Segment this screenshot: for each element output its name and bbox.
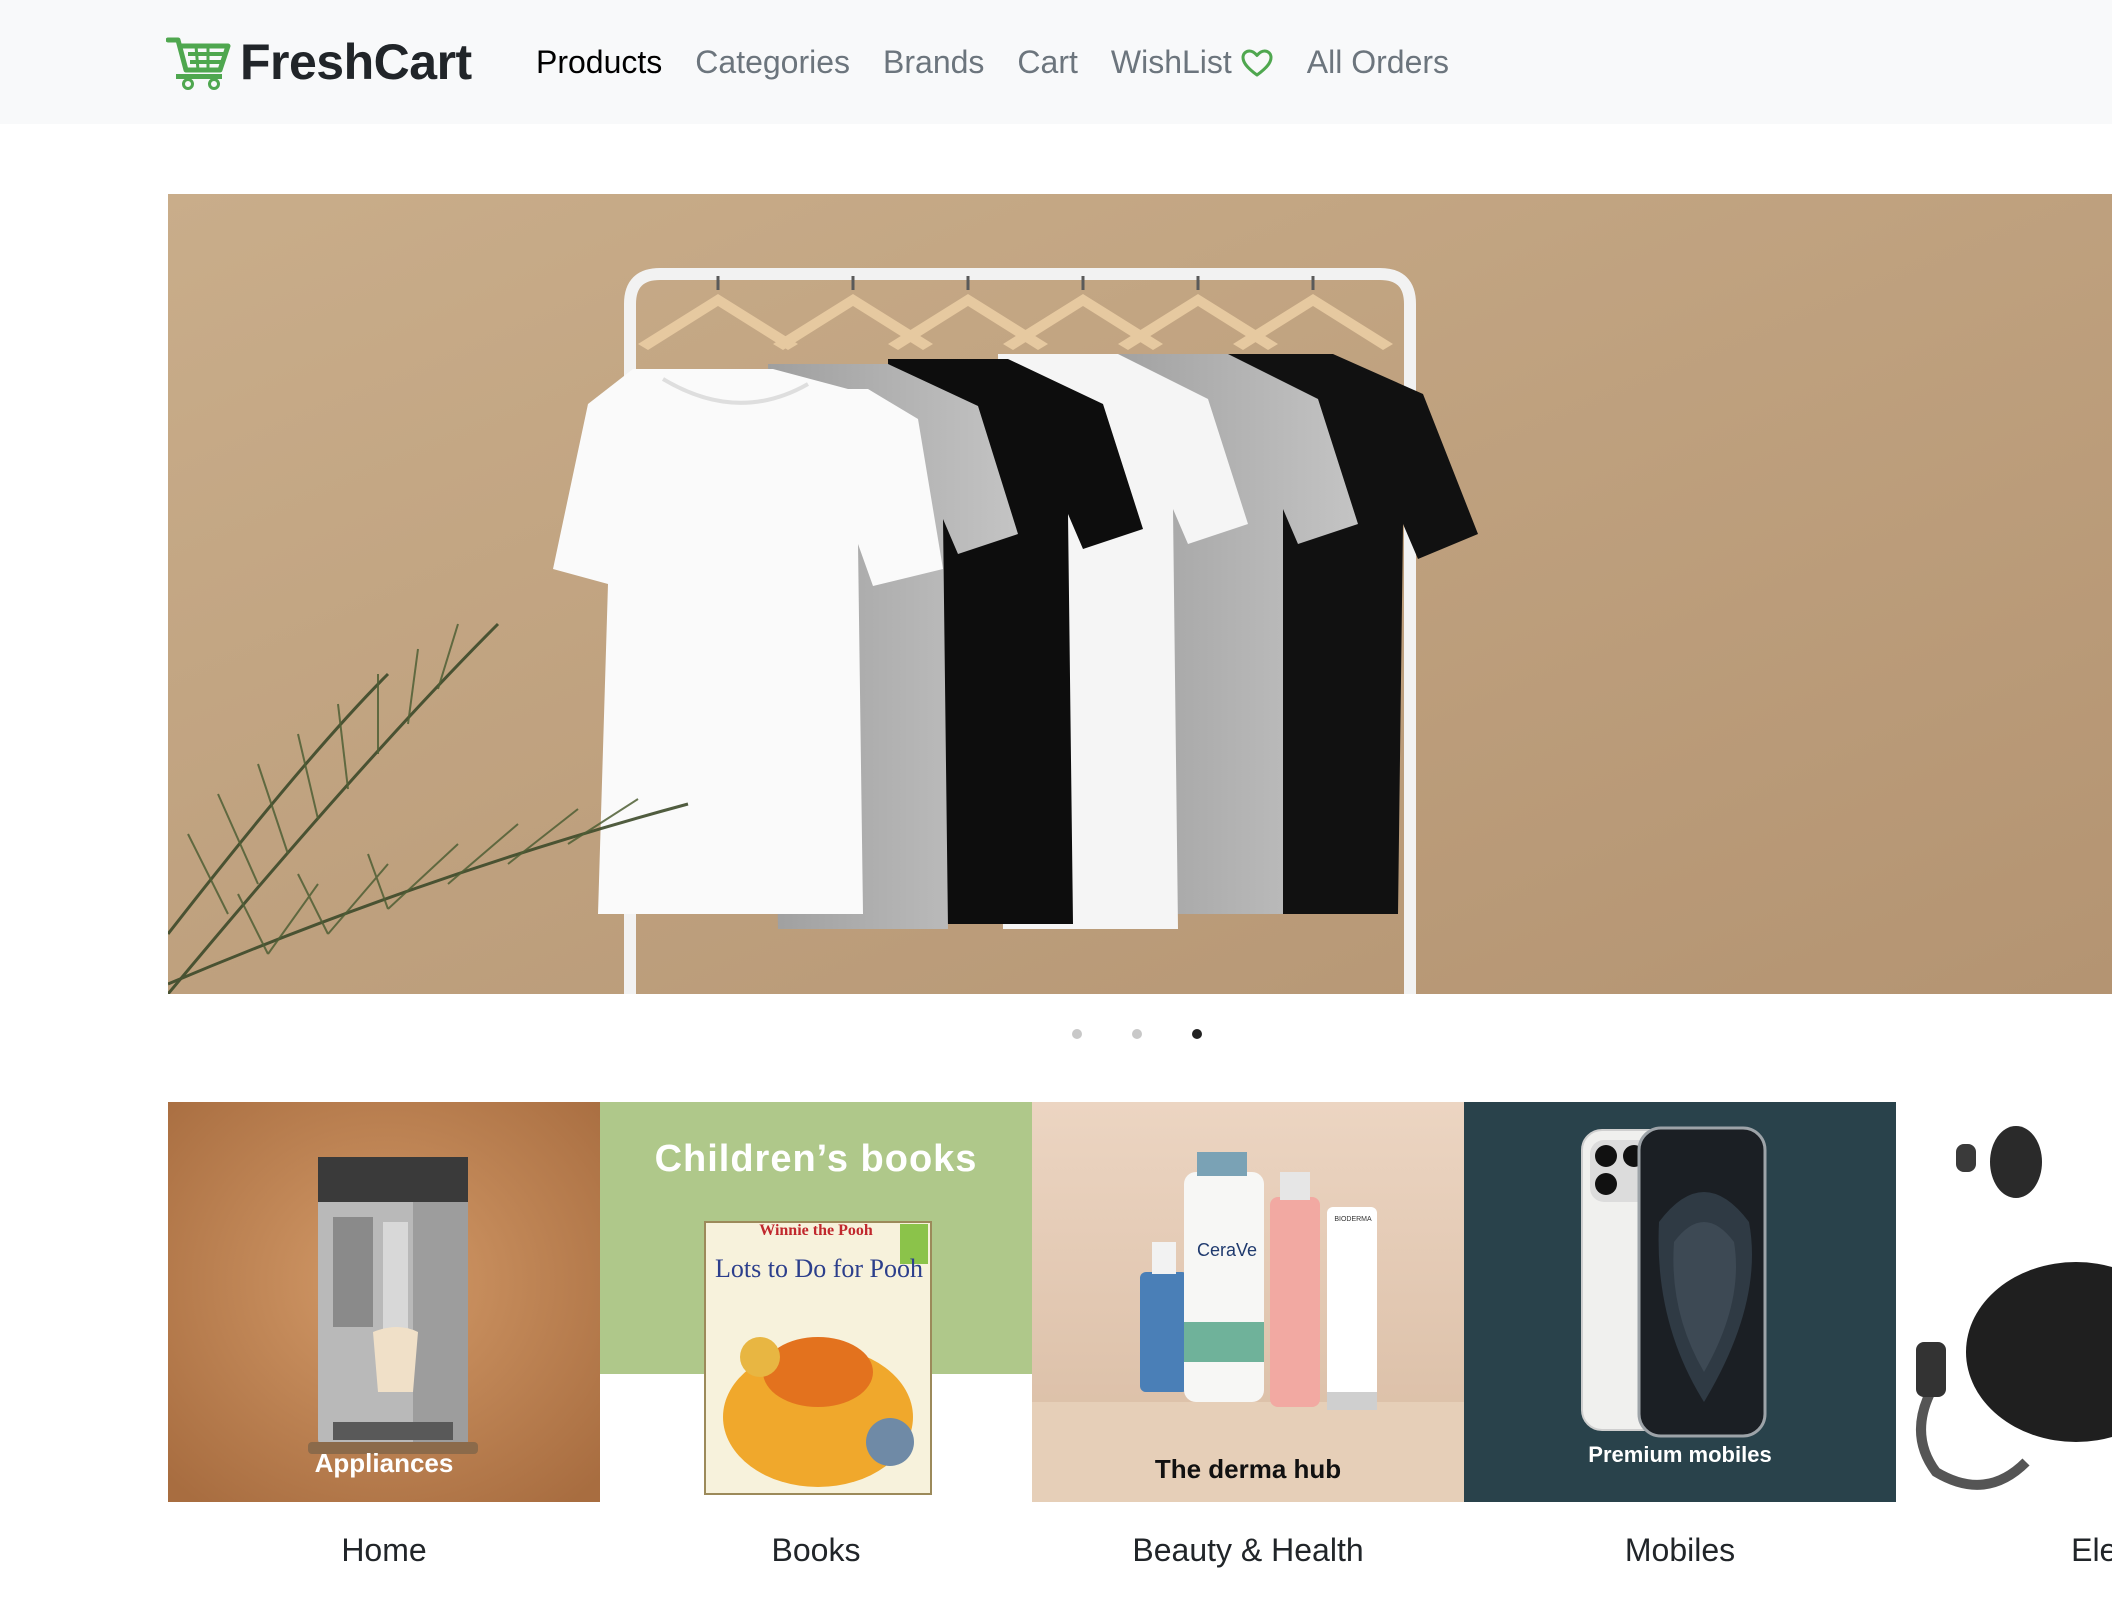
product-brand-bioderma: BIODERMA [1334, 1216, 1372, 1223]
category-name-beauty-health[interactable]: Beauty & Health [1032, 1532, 1464, 1569]
category-banner-text-beauty: The derma hub [1154, 1454, 1342, 1484]
nav-item-all-orders[interactable]: All Orders [1307, 44, 1449, 81]
category-name-books[interactable]: Books [600, 1532, 1032, 1569]
nav-item-wishlist-label: WishList [1110, 44, 1232, 80]
category-banner-text-mobiles: Premium mobiles [1588, 1442, 1772, 1467]
slider-pagination [1072, 1029, 1252, 1039]
slider-dot-1[interactable] [1072, 1029, 1082, 1039]
slider-dot-2[interactable] [1132, 1029, 1142, 1039]
category-name-mobiles[interactable]: Mobiles [1464, 1532, 1896, 1569]
navbar: FreshCart Products Categories Brands Car… [0, 0, 2112, 124]
category-image-books: Children’s books Winnie the Pooh Lots to… [600, 1102, 1032, 1502]
brand-logo-link[interactable]: FreshCart [166, 34, 472, 90]
skincare-products-image [1032, 1102, 1464, 1502]
hero-slide-image [168, 194, 2112, 994]
coffee-machine-image [168, 1102, 600, 1502]
category-slider: Appliances Home Children’s books Winnie … [168, 1102, 2112, 1604]
book-title-text: Lots to Do for Pooh [715, 1254, 923, 1283]
product-brand-cerave: CeraVe [1196, 1240, 1258, 1260]
earbuds-image [1896, 1102, 2112, 1502]
nav-item-categories[interactable]: Categories [695, 44, 850, 81]
category-banner-text-books: Children’s books [654, 1138, 978, 1180]
category-image-home: Appliances [168, 1102, 600, 1502]
category-card-beauty-health[interactable]: CeraVe BIODERMA The derma hub Beauty & H… [1032, 1102, 1464, 1568]
category-card-electronics[interactable]: Electr [1896, 1102, 2112, 1568]
category-banner-text-home: Appliances [314, 1448, 454, 1478]
nav-item-products[interactable]: Products [536, 44, 662, 81]
category-card-mobiles[interactable]: Premium mobiles Mobiles [1464, 1102, 1896, 1568]
heart-icon [1241, 49, 1273, 76]
category-name-home[interactable]: Home [168, 1532, 600, 1569]
category-image-mobiles: Premium mobiles [1464, 1102, 1896, 1502]
category-card-books[interactable]: Children’s books Winnie the Pooh Lots to… [600, 1102, 1032, 1568]
nav-item-wishlist[interactable]: WishList [1111, 44, 1274, 81]
brand-name: FreshCart [240, 34, 472, 90]
category-name-electronics[interactable]: Electr [1896, 1532, 2112, 1569]
hero-slider[interactable] [168, 194, 2112, 994]
nav-menu: Products Categories Brands Cart WishList… [536, 44, 1482, 81]
nav-item-brands[interactable]: Brands [883, 44, 984, 81]
category-card-home[interactable]: Appliances Home [168, 1102, 600, 1568]
category-image-electronics [1896, 1102, 2112, 1502]
category-image-beauty-health: CeraVe BIODERMA The derma hub [1032, 1102, 1464, 1502]
nav-item-cart[interactable]: Cart [1017, 44, 1077, 81]
shopping-cart-icon [166, 37, 231, 90]
book-brand-text: Winnie the Pooh [759, 1222, 873, 1239]
slider-dot-3[interactable] [1192, 1029, 1202, 1039]
